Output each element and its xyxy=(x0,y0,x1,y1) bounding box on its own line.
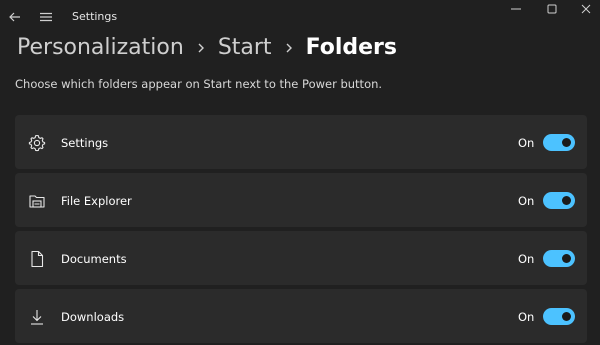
folder-list: Settings On File Explorer On Documents O… xyxy=(15,115,587,345)
breadcrumb: Personalization Start Folders xyxy=(17,33,397,63)
file-explorer-icon xyxy=(28,192,46,210)
folder-label: Settings xyxy=(61,136,109,150)
folder-row-settings: Settings On xyxy=(15,115,587,169)
navigation-menu-button[interactable] xyxy=(36,7,56,27)
documents-toggle[interactable] xyxy=(543,250,575,267)
hamburger-menu-icon xyxy=(40,12,52,22)
folder-label: File Explorer xyxy=(61,194,132,208)
toggle-knob xyxy=(562,312,571,321)
title-bar: Settings xyxy=(0,0,600,34)
breadcrumb-item-start[interactable]: Start xyxy=(218,33,272,63)
folder-row-file-explorer: File Explorer On xyxy=(15,173,587,227)
folder-row-documents: Documents On xyxy=(15,231,587,285)
back-button[interactable] xyxy=(5,7,25,27)
toggle-state-text: On xyxy=(518,136,535,150)
toggle-state-text: On xyxy=(518,194,535,208)
page-description: Choose which folders appear on Start nex… xyxy=(15,77,383,91)
close-icon xyxy=(581,4,591,14)
toggle-knob xyxy=(562,138,571,147)
folder-row-downloads: Downloads On xyxy=(15,289,587,343)
toggle-state-text: On xyxy=(518,310,535,324)
folder-label: Downloads xyxy=(61,310,125,324)
toggle-knob xyxy=(562,196,571,205)
folder-label: Documents xyxy=(61,252,127,266)
chevron-right-icon xyxy=(272,33,306,63)
minimize-icon xyxy=(511,8,521,10)
gear-icon xyxy=(28,134,46,152)
document-icon xyxy=(28,250,46,268)
back-arrow-icon xyxy=(9,12,20,22)
chevron-right-icon xyxy=(184,33,218,63)
downloads-toggle[interactable] xyxy=(543,308,575,325)
app-title: Settings xyxy=(72,10,118,23)
download-icon xyxy=(28,308,46,326)
maximize-button[interactable] xyxy=(534,0,570,18)
settings-window: Settings Personalization Start Folders C… xyxy=(0,0,600,345)
toggle-state-text: On xyxy=(518,252,535,266)
toggle-knob xyxy=(562,254,571,263)
page-title: Folders xyxy=(305,35,397,60)
settings-toggle[interactable] xyxy=(543,134,575,151)
close-button[interactable] xyxy=(568,0,600,18)
maximize-icon xyxy=(547,4,557,14)
breadcrumb-item-personalization[interactable]: Personalization xyxy=(17,33,184,63)
minimize-button[interactable] xyxy=(498,0,534,18)
file-explorer-toggle[interactable] xyxy=(543,192,575,209)
